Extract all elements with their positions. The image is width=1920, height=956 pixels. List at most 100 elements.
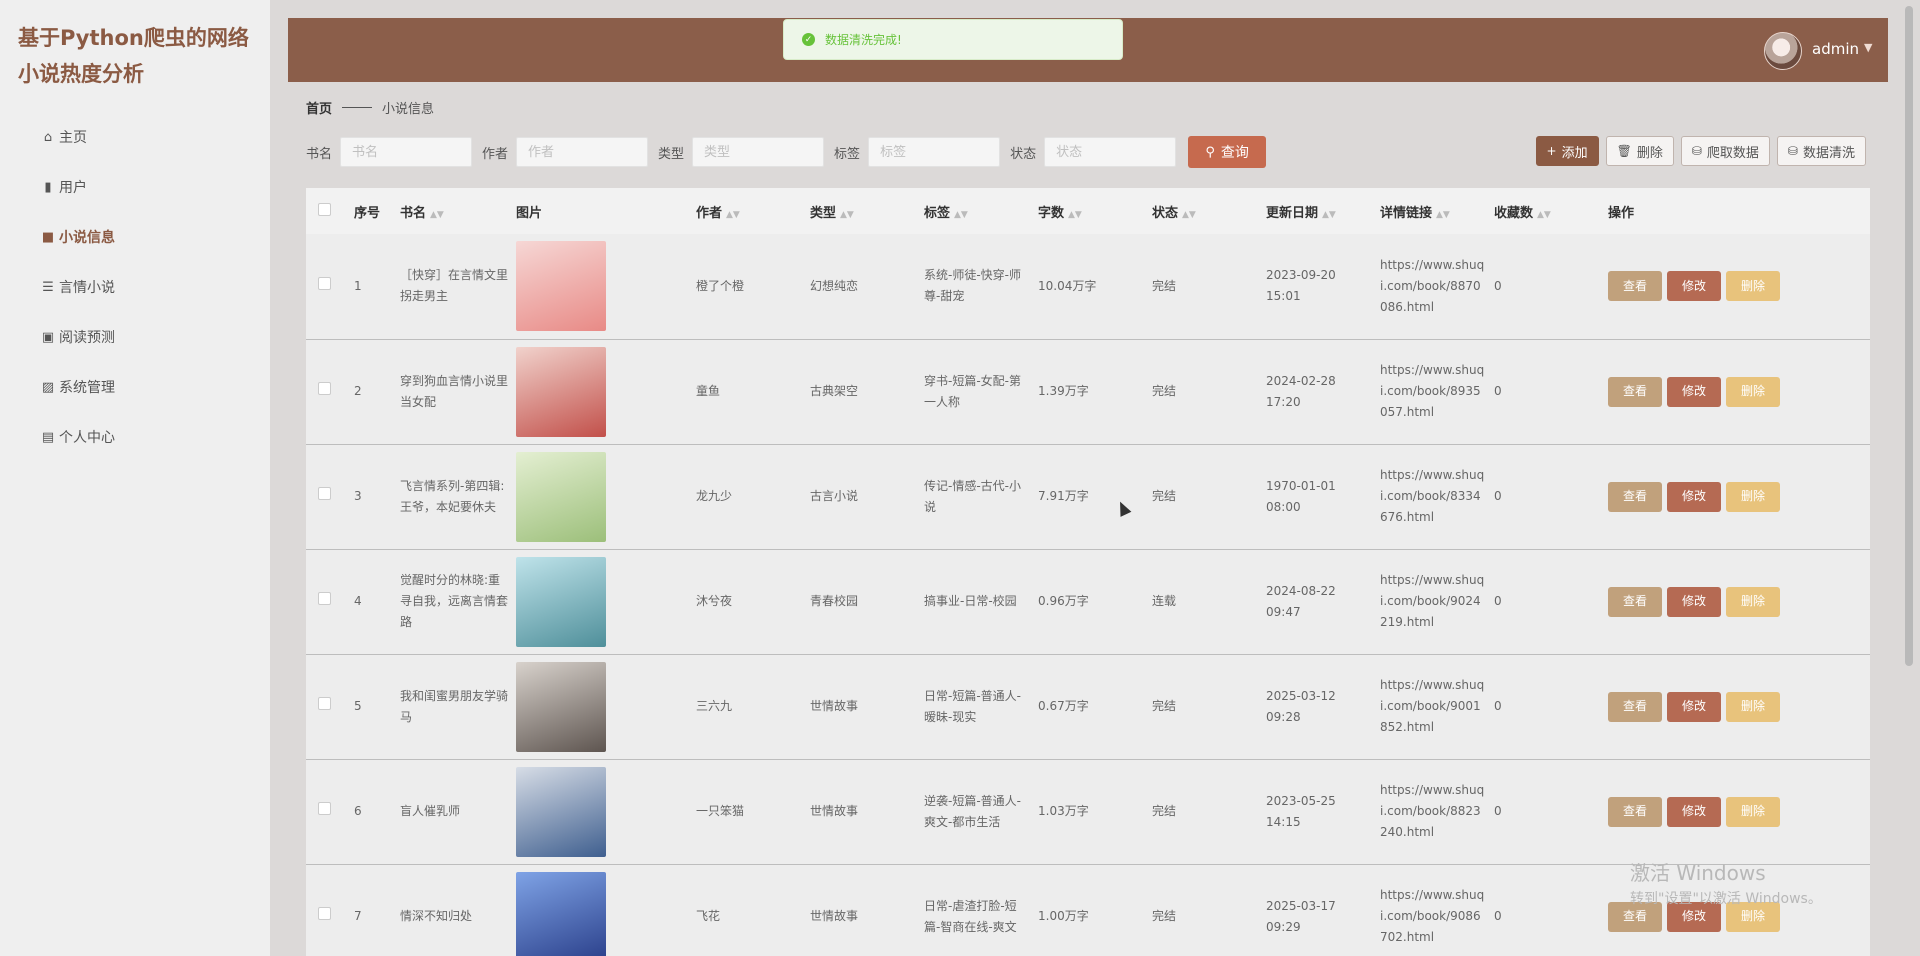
col-author[interactable]: 作者 ▲▼: [688, 188, 802, 234]
row-checkbox[interactable]: [318, 276, 331, 290]
row-status: 完结: [1152, 489, 1177, 503]
search-input[interactable]: [1044, 137, 1177, 167]
view-button[interactable]: 查看: [1608, 271, 1662, 302]
search-label: 状态: [1010, 146, 1037, 162]
delete-button[interactable]: 🗑 删除: [1605, 136, 1674, 166]
sort-icon[interactable]: ▲▼: [1436, 210, 1450, 220]
row-favorites: 0: [1494, 594, 1502, 608]
sort-icon[interactable]: ▲▼: [1537, 210, 1551, 220]
row-name: 觉醒时分的林晓:重寻自我，远离言情套路: [400, 573, 509, 629]
watermark-line2: 转到"设置"以激活 Windows。: [1630, 891, 1822, 907]
page-scrollbar[interactable]: [1904, 0, 1914, 956]
row-delete-button[interactable]: 删除: [1726, 796, 1780, 827]
clean-data-button[interactable]: ⛁ 数据清洗: [1776, 136, 1866, 166]
sort-icon[interactable]: ▲▼: [954, 210, 968, 220]
sidebar-item-2[interactable]: ■ 小说信息: [0, 212, 270, 262]
row-type: 古典架空: [810, 384, 859, 398]
row-link[interactable]: https://www.shuqi.com/book/8870086.html: [1372, 234, 1486, 339]
row-favorites: 0: [1494, 278, 1502, 293]
row-status: 完结: [1152, 278, 1177, 293]
edit-button[interactable]: 修改: [1667, 481, 1721, 512]
edit-button[interactable]: 修改: [1667, 796, 1721, 827]
row-favorites: 0: [1494, 909, 1502, 923]
col-status[interactable]: 状态 ▲▼: [1144, 188, 1258, 234]
scrollbar-thumb[interactable]: [1905, 6, 1913, 666]
search-input[interactable]: [692, 137, 825, 167]
search-icon: ⚲: [1205, 144, 1215, 160]
row-link[interactable]: https://www.shuqi.com/book/8823240.html: [1372, 759, 1486, 864]
row-link[interactable]: https://www.shuqi.com/book/9024219.html: [1372, 549, 1486, 654]
row-type: 世情故事: [810, 804, 859, 818]
user-avatar[interactable]: [1764, 32, 1802, 70]
row-checkbox[interactable]: [318, 487, 331, 500]
search-input[interactable]: [868, 137, 1001, 167]
col-type[interactable]: 类型 ▲▼: [802, 188, 916, 234]
view-button[interactable]: 查看: [1608, 691, 1662, 722]
row-link[interactable]: https://www.shuqi.com/book/8334676.html: [1372, 444, 1486, 549]
edit-button[interactable]: 修改: [1667, 376, 1721, 407]
sort-icon[interactable]: ▲▼: [1322, 210, 1336, 220]
sort-icon[interactable]: ▲▼: [726, 210, 740, 220]
select-all-checkbox[interactable]: [318, 202, 331, 216]
row-actions: 查看 修改 删除: [1608, 271, 1870, 302]
search-input[interactable]: [516, 137, 649, 167]
breadcrumb-home[interactable]: 首页: [306, 98, 332, 117]
col-updated[interactable]: 更新日期 ▲▼: [1258, 188, 1372, 234]
col-words[interactable]: 字数 ▲▼: [1030, 188, 1144, 234]
col-link[interactable]: 详情链接 ▲▼: [1372, 188, 1486, 234]
view-button[interactable]: 查看: [1608, 796, 1662, 827]
table-row: 1 ［快穿］在言情文里拐走男主 橙了个橙 幻想纯恋 系统-师徒-快穿-师尊-甜宠 10.0…: [306, 234, 1870, 339]
row-delete-button[interactable]: 删除: [1726, 376, 1780, 407]
edit-button[interactable]: 修改: [1667, 691, 1721, 722]
edit-button[interactable]: 修改: [1667, 271, 1721, 302]
sort-icon[interactable]: ▲▼: [840, 210, 854, 220]
col-name[interactable]: 书名 ▲▼: [392, 188, 508, 234]
col-favorites[interactable]: 收藏数 ▲▼: [1486, 188, 1600, 234]
row-link[interactable]: https://www.shuqi.com/book/9001852.html: [1372, 654, 1486, 759]
row-delete-button[interactable]: 删除: [1726, 691, 1780, 722]
row-checkbox[interactable]: [318, 592, 331, 605]
view-button[interactable]: 查看: [1608, 586, 1662, 617]
row-delete-button[interactable]: 删除: [1726, 271, 1780, 302]
clean-data-button-label: 数据清洗: [1802, 145, 1855, 161]
row-delete-button[interactable]: 删除: [1726, 586, 1780, 617]
username[interactable]: admin: [1812, 40, 1859, 58]
sort-icon[interactable]: ▲▼: [1182, 210, 1196, 220]
search-label: 作者: [482, 146, 509, 162]
view-button[interactable]: 查看: [1608, 376, 1662, 407]
add-button[interactable]: + 添加: [1535, 136, 1599, 166]
sidebar-item-6[interactable]: ▤ 个人中心: [0, 412, 270, 462]
crawl-data-button-label: 爬取数据: [1706, 145, 1759, 161]
row-actions: 查看 修改 删除: [1608, 376, 1870, 407]
row-status: 完结: [1152, 384, 1177, 398]
row-checkbox[interactable]: [318, 697, 331, 710]
row-updated: 2024-08-22 09:47: [1266, 583, 1336, 619]
caret-down-icon[interactable]: ▼: [1864, 41, 1872, 54]
row-index: 2: [354, 384, 362, 398]
add-button-label: 添加: [1561, 145, 1588, 161]
row-words: 1.03万字: [1038, 804, 1089, 818]
sidebar-item-5[interactable]: ▨ 系统管理: [0, 362, 270, 412]
row-actions: 查看 修改 删除: [1608, 691, 1870, 722]
search-input[interactable]: [340, 137, 473, 167]
edit-button[interactable]: 修改: [1667, 586, 1721, 617]
sidebar-item-1[interactable]: ▮ 用户: [0, 162, 270, 212]
sort-icon[interactable]: ▲▼: [1068, 210, 1082, 220]
sort-icon[interactable]: ▲▼: [430, 210, 444, 220]
sidebar-item-0[interactable]: ⌂ 主页: [0, 112, 270, 162]
row-link[interactable]: https://www.shuqi.com/book/8935057.html: [1372, 339, 1486, 444]
row-checkbox[interactable]: [318, 802, 331, 815]
view-button[interactable]: 查看: [1608, 481, 1662, 512]
row-link[interactable]: https://www.shuqi.com/book/9086702.html: [1372, 864, 1486, 956]
sidebar-item-4[interactable]: ▣ 阅读预测: [0, 312, 270, 362]
row-checkbox[interactable]: [318, 907, 331, 920]
col-link-label: 详情链接: [1380, 205, 1433, 221]
sidebar-item-3[interactable]: ☰ 言情小说: [0, 262, 270, 312]
query-button[interactable]: ⚲ 查询: [1188, 136, 1267, 168]
col-tags[interactable]: 标签 ▲▼: [916, 188, 1030, 234]
row-checkbox[interactable]: [318, 382, 331, 395]
crawl-data-button[interactable]: ⛁ 爬取数据: [1680, 136, 1770, 166]
row-delete-button[interactable]: 删除: [1726, 481, 1780, 512]
row-author: 一只笨猫: [696, 804, 745, 818]
col-status-label: 状态: [1152, 205, 1179, 221]
